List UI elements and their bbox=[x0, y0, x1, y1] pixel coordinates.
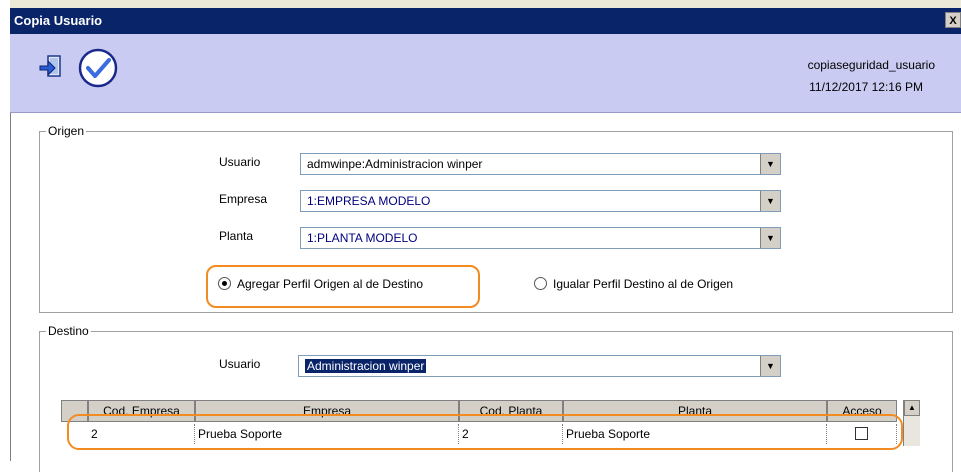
origen-group: Origen Usuario admwinpe:Administracion w… bbox=[39, 124, 953, 313]
left-edge bbox=[0, 0, 10, 461]
origen-planta-value: 1:PLANTA MODELO bbox=[307, 231, 418, 245]
origen-empresa-combo[interactable]: 1:EMPRESA MODELO ▼ bbox=[300, 190, 781, 212]
origen-usuario-value: admwinpe:Administracion winper bbox=[307, 157, 483, 171]
check-circle-icon[interactable] bbox=[78, 48, 118, 88]
origen-planta-label: Planta bbox=[219, 229, 254, 243]
toolbar: copiaseguridad_usuario 11/12/2017 12:16 … bbox=[10, 34, 961, 113]
destino-title: Destino bbox=[46, 324, 91, 338]
table-scrollbar[interactable]: ▲ bbox=[903, 400, 920, 446]
radio-checked-icon bbox=[218, 277, 231, 290]
title-bar: Copia Usuario X bbox=[10, 8, 961, 34]
destino-usuario-label: Usuario bbox=[219, 357, 261, 371]
chevron-down-icon[interactable]: ▼ bbox=[760, 356, 780, 376]
origen-title: Origen bbox=[46, 124, 87, 138]
origen-empresa-label: Empresa bbox=[219, 192, 268, 206]
scroll-up-icon[interactable]: ▲ bbox=[904, 400, 920, 416]
radio-agregar-perfil[interactable]: Agregar Perfil Origen al de Destino bbox=[218, 277, 423, 291]
destino-usuario-value: Administracion winper bbox=[305, 359, 427, 373]
destino-usuario-value-wrap: Administracion winper bbox=[305, 359, 427, 373]
chevron-down-icon[interactable]: ▼ bbox=[760, 228, 780, 248]
window-title: Copia Usuario bbox=[14, 13, 103, 28]
exit-icon[interactable] bbox=[38, 54, 64, 80]
chevron-down-icon[interactable]: ▼ bbox=[760, 154, 780, 174]
radio-agregar-label: Agregar Perfil Origen al de Destino bbox=[237, 277, 424, 291]
origen-planta-combo[interactable]: 1:PLANTA MODELO ▼ bbox=[300, 227, 781, 249]
origen-empresa-value: 1:EMPRESA MODELO bbox=[307, 194, 431, 208]
content-area: Origen Usuario admwinpe:Administracion w… bbox=[10, 113, 961, 472]
destino-usuario-combo[interactable]: Administracion winper ▼ bbox=[298, 355, 781, 377]
radio-igualar-perfil[interactable]: Igualar Perfil Destino al de Origen bbox=[534, 277, 733, 291]
chevron-down-icon[interactable]: ▼ bbox=[760, 191, 780, 211]
copia-usuario-window: Copia Usuario X copiaseguridad_usuario 1… bbox=[0, 0, 961, 472]
highlight-table-row bbox=[67, 414, 903, 450]
close-button[interactable]: X bbox=[945, 12, 961, 28]
radio-unchecked-icon bbox=[534, 277, 547, 290]
app-name: copiaseguridad_usuario bbox=[807, 58, 935, 72]
radio-igualar-label: Igualar Perfil Destino al de Origen bbox=[553, 277, 734, 291]
origen-usuario-label: Usuario bbox=[219, 155, 261, 169]
datetime-label: 11/12/2017 12:16 PM bbox=[809, 80, 923, 94]
origen-usuario-combo[interactable]: admwinpe:Administracion winper ▼ bbox=[300, 153, 781, 175]
